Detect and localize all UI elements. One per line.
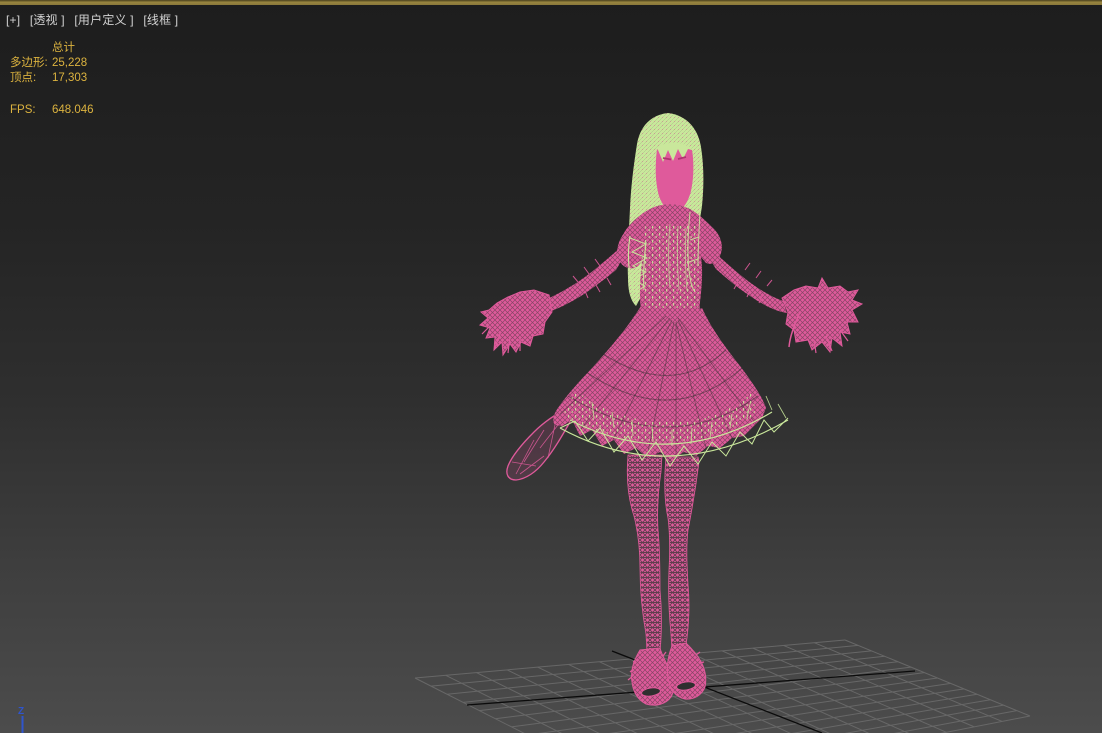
shoes[interactable]	[628, 643, 706, 705]
axis-z-label: Z	[18, 706, 24, 717]
scene-canvas[interactable]: Z	[0, 0, 1102, 733]
left-hand-shape[interactable]	[480, 290, 552, 355]
left-arm-shape[interactable]	[544, 246, 622, 313]
character-model[interactable]	[480, 113, 862, 705]
right-arm-shape[interactable]	[711, 250, 787, 313]
chest-fleck-overlay	[642, 224, 700, 308]
right-hand-shape[interactable]	[782, 278, 862, 352]
world-axis-gizmo: Z	[18, 706, 24, 733]
right-leg-shape[interactable]	[665, 457, 699, 652]
viewport[interactable]: [+] [透视 ] [用户定义 ] [线框 ] 总计 多边形: 25,228 顶…	[0, 0, 1102, 733]
ground-grid	[415, 640, 1030, 733]
left-leg-shape[interactable]	[627, 455, 662, 652]
